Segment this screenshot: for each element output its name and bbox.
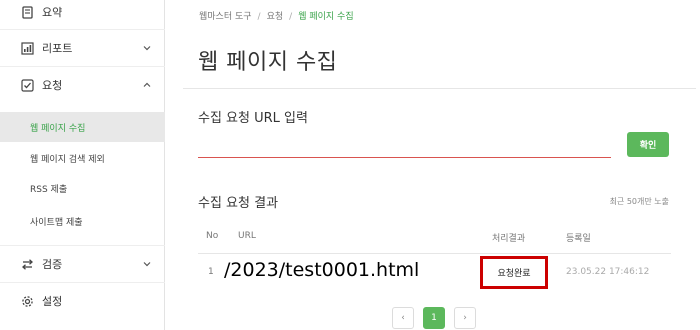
results-note: 최근 50개만 노출 (609, 197, 669, 206)
sidebar-item-label: 요청 (42, 79, 63, 92)
pagination-page-button[interactable]: 1 (423, 307, 445, 329)
breadcrumb-separator: / (257, 12, 261, 22)
breadcrumb-item[interactable]: 웹마스터 도구 (199, 12, 252, 22)
chevron-left-icon: ‹ (401, 313, 405, 323)
sidebar-item-label: 요약 (42, 6, 63, 19)
chevron-up-icon (143, 82, 151, 87)
pagination-next-button[interactable]: › (454, 307, 476, 329)
breadcrumb-current: 웹 페이지 수집 (298, 12, 354, 22)
sidebar-subitem-rss-submit[interactable]: RSS 제출 (0, 173, 165, 203)
breadcrumb: 웹마스터 도구 / 요청 / 웹 페이지 수집 (199, 9, 354, 22)
chevron-down-icon (143, 46, 151, 51)
sidebar-item-label: 설정 (42, 295, 63, 308)
results-title: 수집 요청 결과 (198, 196, 279, 211)
checkbox-icon (20, 78, 34, 92)
sidebar-subitem-label: RSS 제출 (30, 184, 68, 195)
confirm-button[interactable]: 확인 (627, 132, 669, 157)
sidebar-item-report[interactable]: 리포트 (0, 30, 165, 66)
sidebar-subitem-label: 웹 페이지 수집 (30, 123, 86, 134)
status-highlight-box: 요청완료 (480, 256, 548, 289)
sidebar-item-request[interactable]: 요청 (0, 67, 165, 103)
sidebar-item-settings[interactable]: 설정 (0, 283, 165, 319)
breadcrumb-separator: / (289, 12, 293, 22)
sidebar-item-label: 리포트 (42, 42, 73, 55)
row-url: /2023/test0001.html (224, 259, 420, 281)
gear-icon (20, 294, 34, 308)
status-badge: 요청완료 (497, 269, 531, 279)
chevron-right-icon: › (463, 313, 467, 323)
pagination-prev-button[interactable]: ‹ (392, 307, 414, 329)
bar-chart-icon (20, 41, 34, 55)
divider (198, 253, 671, 254)
main-content: 웹마스터 도구 / 요청 / 웹 페이지 수집 웹 페이지 수집 수집 요청 URL 입… (166, 0, 696, 330)
url-input[interactable] (198, 140, 611, 158)
sidebar-item-label: 검증 (42, 258, 63, 271)
breadcrumb-item[interactable]: 요청 (267, 12, 284, 22)
column-header-status: 처리결과 (492, 234, 526, 244)
row-number: 1 (208, 267, 214, 277)
url-input-label: 수집 요청 URL 입력 (198, 111, 308, 126)
sidebar-subitem-web-page-exclude[interactable]: 웹 페이지 검색 제외 (0, 143, 165, 173)
divider (183, 88, 696, 89)
chevron-down-icon (143, 262, 151, 267)
column-header-no: No (206, 231, 219, 241)
sidebar-subitem-web-page-collect[interactable]: 웹 페이지 수집 (0, 112, 165, 142)
page-title: 웹 페이지 수집 (198, 50, 338, 75)
sidebar-subitem-sitemap-submit[interactable]: 사이트맵 제출 (0, 206, 165, 236)
sidebar: 요약 리포트 요청 웹 페이지 수집 웹 페이지 검색 제외 RSS 제출 사이… (0, 0, 165, 330)
sync-icon (20, 257, 34, 271)
row-date: 23.05.22 17:46:12 (566, 267, 650, 277)
column-header-date: 등록일 (566, 234, 591, 244)
sidebar-subitem-label: 웹 페이지 검색 제외 (30, 154, 105, 165)
sidebar-item-verify[interactable]: 검증 (0, 246, 165, 282)
column-header-url: URL (238, 231, 256, 241)
document-icon (20, 5, 34, 19)
sidebar-item-summary[interactable]: 요약 (0, 0, 165, 30)
sidebar-subitem-label: 사이트맵 제출 (30, 217, 83, 228)
